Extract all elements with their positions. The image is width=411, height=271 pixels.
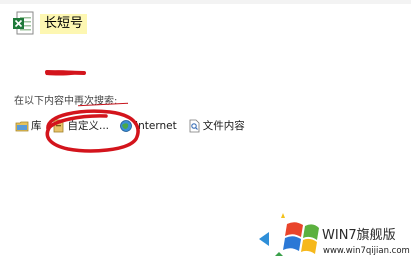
file-name: 长短号 [40,14,88,34]
watermark-url: www.win7qijian.com [323,246,410,256]
watermark-title: WIN7旗舰版 [322,228,396,243]
search-option-library[interactable]: 库 [15,119,42,133]
annotation-circle [45,109,140,153]
file-content-icon [187,119,201,133]
explorer-search-results: 长短号 在以下内容中再次搜索: 库 自定义... Internet 文件内容 W… [0,0,411,271]
library-icon [15,119,29,133]
search-result-item[interactable]: 长短号 [13,10,88,38]
redaction-scribble [45,70,86,76]
excel-file-icon [13,11,35,37]
search-option-label: 文件内容 [202,120,245,132]
watermark: WIN7旗舰版 www.win7qijian.com [255,210,411,271]
search-option-file-content[interactable]: 文件内容 [187,119,245,133]
window-top-strip [0,0,411,4]
